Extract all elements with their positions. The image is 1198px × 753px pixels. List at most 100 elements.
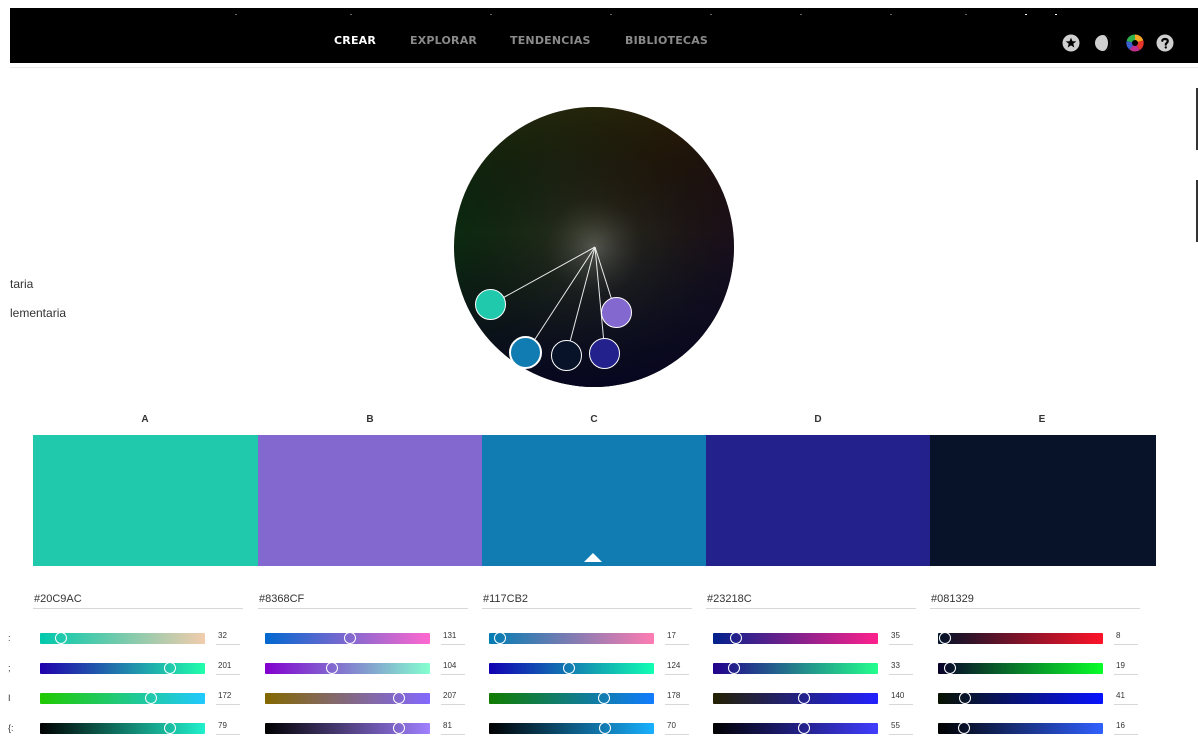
color-handle-e[interactable] xyxy=(551,340,582,371)
color-swatch-e[interactable] xyxy=(930,435,1156,566)
help-icon[interactable] xyxy=(1156,34,1174,52)
channel-slider[interactable] xyxy=(713,632,878,644)
channel-value[interactable]: 207 xyxy=(441,691,465,705)
channel-value[interactable]: 104 xyxy=(441,661,465,675)
slider-thumb[interactable] xyxy=(392,692,405,704)
channel-value[interactable]: 124 xyxy=(665,661,689,675)
harmony-rule-item[interactable]: taria xyxy=(10,277,33,291)
slider-thumb[interactable] xyxy=(938,632,951,644)
channel-value[interactable]: 178 xyxy=(665,691,689,705)
slider-thumb[interactable] xyxy=(729,632,742,644)
nav-bibliotecas[interactable]: BIBLIOTECAS xyxy=(625,34,708,50)
top-bar-ticks xyxy=(10,8,1198,16)
channel-slider[interactable] xyxy=(489,662,654,674)
nav-crear[interactable]: CREAR xyxy=(334,34,376,50)
slider-thumb[interactable] xyxy=(392,722,405,734)
channel-slider[interactable] xyxy=(489,722,654,734)
channel-label-fragment: {: xyxy=(8,723,14,733)
slider-thumb[interactable] xyxy=(797,722,810,734)
harmony-rule-item[interactable]: lementaria xyxy=(10,306,66,320)
channel-value[interactable]: 201 xyxy=(216,661,240,675)
column-label-c: C xyxy=(590,414,598,425)
header-divider xyxy=(10,67,1198,68)
color-swatch-b[interactable] xyxy=(258,435,482,566)
channel-value[interactable]: 131 xyxy=(441,631,465,645)
color-app-page: CREAR EXPLORAR TENDENCIAS BIBLIOTECAS ta… xyxy=(0,0,1198,753)
contrast-icon[interactable] xyxy=(1094,34,1112,52)
channel-slider[interactable] xyxy=(938,632,1103,644)
channel-slider[interactable] xyxy=(40,692,205,704)
slider-thumb[interactable] xyxy=(343,632,356,644)
channel-slider[interactable] xyxy=(938,722,1103,734)
channel-slider[interactable] xyxy=(265,632,430,644)
channel-slider[interactable] xyxy=(40,662,205,674)
selected-swatch-caret xyxy=(584,553,602,562)
channel-label-fragment: : xyxy=(8,633,11,643)
channel-value[interactable]: 33 xyxy=(889,661,913,675)
slider-thumb[interactable] xyxy=(944,662,957,674)
slider-thumb[interactable] xyxy=(728,662,741,674)
hex-input-c[interactable] xyxy=(482,592,692,609)
slider-thumb[interactable] xyxy=(326,662,339,674)
slider-thumb[interactable] xyxy=(494,632,506,644)
channel-value[interactable]: 140 xyxy=(889,691,913,705)
channel-slider[interactable] xyxy=(265,662,430,674)
column-label-e: E xyxy=(1038,414,1046,425)
color-handle-c[interactable] xyxy=(509,336,542,369)
column-label-a: A xyxy=(141,414,149,425)
hex-input-e[interactable] xyxy=(930,592,1140,609)
color-wheel-icon[interactable] xyxy=(1126,34,1144,52)
channel-slider[interactable] xyxy=(489,692,654,704)
slider-thumb[interactable] xyxy=(797,692,810,704)
slider-thumb[interactable] xyxy=(164,662,177,674)
slider-thumb[interactable] xyxy=(54,632,67,644)
hex-input-d[interactable] xyxy=(706,592,916,609)
slider-thumb[interactable] xyxy=(145,692,158,704)
channel-slider[interactable] xyxy=(489,632,654,644)
color-swatch-c[interactable] xyxy=(482,435,706,566)
slider-thumb[interactable] xyxy=(164,722,177,734)
column-label-d: D xyxy=(814,414,822,425)
channel-slider[interactable] xyxy=(40,632,205,644)
color-swatch-a[interactable] xyxy=(33,435,258,566)
top-navigation-bar: CREAR EXPLORAR TENDENCIAS BIBLIOTECAS xyxy=(10,8,1198,63)
channel-slider[interactable] xyxy=(938,662,1103,674)
color-wheel[interactable] xyxy=(454,107,734,387)
color-handle-d[interactable] xyxy=(589,338,620,369)
hex-input-b[interactable] xyxy=(258,592,468,609)
star-badge-icon[interactable] xyxy=(1062,34,1080,52)
channel-value[interactable]: 79 xyxy=(216,721,240,735)
column-label-b: B xyxy=(366,414,374,425)
channel-value[interactable]: 8 xyxy=(1114,631,1138,645)
channel-value[interactable]: 32 xyxy=(216,631,240,645)
channel-value[interactable]: 172 xyxy=(216,691,240,705)
channel-slider[interactable] xyxy=(713,662,878,674)
nav-explorar[interactable]: EXPLORAR xyxy=(410,34,477,50)
nav-tendencias[interactable]: TENDENCIAS xyxy=(510,34,591,50)
channel-label-fragment: I xyxy=(8,693,11,703)
channel-slider[interactable] xyxy=(938,692,1103,704)
channel-slider[interactable] xyxy=(265,722,430,734)
channel-slider[interactable] xyxy=(265,692,430,704)
slider-thumb[interactable] xyxy=(598,722,611,734)
slider-thumb[interactable] xyxy=(563,662,576,674)
color-handle-a[interactable] xyxy=(475,289,506,320)
channel-value[interactable]: 55 xyxy=(889,721,913,735)
slider-thumb[interactable] xyxy=(958,692,971,704)
channel-value[interactable]: 70 xyxy=(665,721,689,735)
channel-value[interactable]: 16 xyxy=(1114,721,1138,735)
channel-slider[interactable] xyxy=(713,722,878,734)
color-swatch-d[interactable] xyxy=(706,435,930,566)
slider-thumb[interactable] xyxy=(598,692,611,704)
color-handle-b[interactable] xyxy=(601,297,632,328)
channel-label-fragment: ; xyxy=(8,663,11,673)
channel-value[interactable]: 17 xyxy=(665,631,689,645)
channel-value[interactable]: 35 xyxy=(889,631,913,645)
channel-slider[interactable] xyxy=(713,692,878,704)
hex-input-a[interactable] xyxy=(33,592,243,609)
channel-value[interactable]: 41 xyxy=(1114,691,1138,705)
slider-thumb[interactable] xyxy=(958,722,971,734)
channel-slider[interactable] xyxy=(40,722,205,734)
channel-value[interactable]: 81 xyxy=(441,721,465,735)
channel-value[interactable]: 19 xyxy=(1114,661,1138,675)
